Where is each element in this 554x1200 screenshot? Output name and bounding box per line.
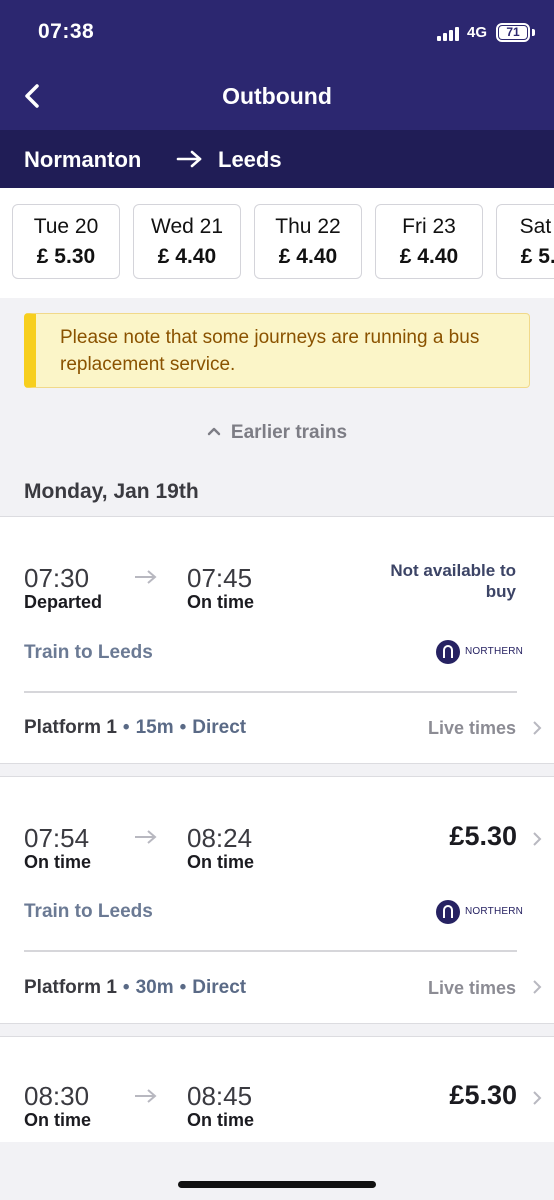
page-title: Outbound [222, 83, 332, 109]
train-destination: Train to Leeds [24, 642, 153, 663]
journey-type: Direct [192, 717, 247, 738]
arrive-status: On time [187, 852, 255, 872]
northern-logo-icon [436, 900, 460, 924]
chevron-up-icon [207, 427, 221, 436]
notice-text: Please note that some journeys are runni… [60, 327, 480, 375]
date-day: Tue 20 [33, 215, 99, 238]
date-price: £ 5.30 [36, 245, 96, 268]
date-day: Wed 21 [151, 215, 223, 238]
live-times-link[interactable]: Live times [428, 718, 516, 739]
northern-logo-icon [436, 640, 460, 664]
status-bar: 07:38 4G 71 [0, 0, 554, 64]
depart-status: Departed [24, 592, 103, 612]
arrive-status: On time [187, 592, 255, 612]
date-card-wed[interactable]: Wed 21 £ 4.40 [133, 204, 241, 279]
depart-status: On time [24, 852, 92, 872]
date-card-sat[interactable]: Sat 24 £ 5.30 [496, 204, 554, 279]
date-selector: Tue 20 £ 5.30 Wed 21 £ 4.40 Thu 22 £ 4.4… [0, 188, 554, 298]
date-card-fri[interactable]: Fri 23 £ 4.40 [375, 204, 483, 279]
chevron-right-icon [533, 721, 542, 735]
earlier-trains-button[interactable]: Earlier trains [0, 422, 554, 444]
date-day: Sat 24 [519, 215, 554, 238]
route-destination: Leeds [218, 147, 282, 172]
arrow-right-icon [135, 830, 157, 844]
arrow-right-icon [135, 570, 157, 584]
platform: Platform 1 [24, 977, 117, 998]
arrow-right-icon [135, 1089, 157, 1103]
battery-cap [532, 29, 535, 36]
journey-type: Direct [192, 977, 247, 998]
date-day: Fri 23 [402, 215, 456, 238]
date-price: £ 4.40 [157, 245, 217, 268]
duration: 30m [135, 977, 174, 998]
live-times-link[interactable]: Live times [428, 978, 516, 999]
availability-status: Not available to buy [390, 561, 516, 601]
nav-bar: Outbound [0, 64, 554, 130]
chevron-right-icon [533, 1091, 542, 1105]
arrow-right-icon [176, 150, 202, 168]
depart-time: 07:30 [24, 563, 90, 593]
route-bar: Normanton Leeds [0, 130, 554, 188]
depart-time: 08:30 [24, 1081, 90, 1111]
date-card-thu[interactable]: Thu 22 £ 4.40 [254, 204, 362, 279]
bus-replacement-notice: Please note that some journeys are runni… [24, 313, 530, 388]
route-origin: Normanton [24, 147, 142, 172]
journey-details: Platform 1 • 30m • Direct [24, 977, 247, 998]
platform: Platform 1 [24, 717, 117, 738]
date-day: Thu 22 [275, 215, 341, 238]
day-header: Monday, Jan 19th [24, 480, 199, 503]
battery-level: 71 [499, 26, 527, 39]
duration: 15m [135, 717, 174, 738]
arrive-time: 08:45 [187, 1081, 253, 1111]
home-indicator[interactable] [178, 1181, 376, 1188]
date-price: £ 4.40 [278, 245, 338, 268]
journey-card[interactable]: 08:30 On time 08:45 On time £5.30 [0, 1036, 554, 1142]
journey-details: Platform 1 • 15m • Direct [24, 717, 247, 738]
fare-price: £5.30 [449, 821, 517, 851]
journey-card[interactable]: 07:30 Departed 07:45 On time Not availab… [0, 516, 554, 764]
status-time: 07:38 [38, 20, 95, 43]
arrive-status: On time [187, 1110, 255, 1130]
chevron-right-icon [533, 832, 542, 846]
signal-icon [437, 27, 463, 41]
network-type: 4G [467, 24, 488, 41]
depart-time: 07:54 [24, 823, 90, 853]
depart-status: On time [24, 1110, 92, 1130]
operator-logo: NORTHERN [436, 900, 526, 926]
operator-name: NORTHERN [465, 906, 524, 917]
chevron-right-icon [533, 980, 542, 994]
battery-icon: 71 [496, 23, 530, 42]
operator-logo: NORTHERN [436, 640, 526, 666]
date-price: £ 5.30 [520, 245, 554, 268]
arrive-time: 08:24 [187, 823, 253, 853]
divider [24, 691, 517, 693]
train-destination: Train to Leeds [24, 901, 153, 922]
arrive-time: 07:45 [187, 563, 253, 593]
date-price: £ 4.40 [399, 245, 459, 268]
earlier-trains-label: Earlier trains [230, 422, 348, 443]
divider [24, 950, 517, 952]
fare-price: £5.30 [449, 1080, 517, 1110]
operator-name: NORTHERN [465, 646, 524, 657]
journey-card[interactable]: 07:54 On time 08:24 On time £5.30 Train … [0, 776, 554, 1024]
date-card-tue[interactable]: Tue 20 £ 5.30 [12, 204, 120, 279]
